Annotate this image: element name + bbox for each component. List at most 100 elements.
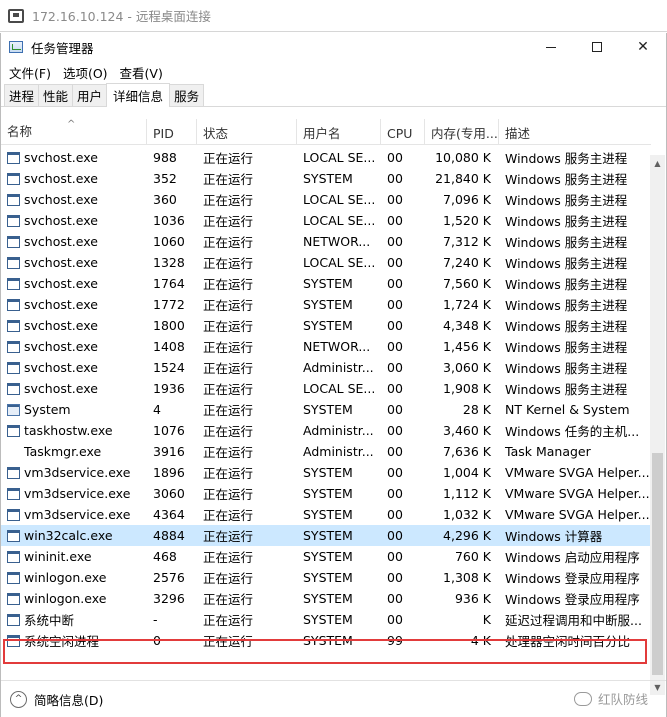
cell-status: 正在运行 xyxy=(203,151,254,166)
close-button[interactable]: ✕ xyxy=(620,33,666,61)
maximize-button[interactable] xyxy=(574,33,620,61)
menu-options[interactable]: 选项(O) xyxy=(59,63,116,82)
cell-name: Taskmgr.exe xyxy=(1,444,147,459)
cell-status: 正在运行 xyxy=(203,340,254,355)
process-name: wininit.exe xyxy=(24,549,92,564)
cell-cpu: 00 xyxy=(387,255,403,270)
menu-view[interactable]: 查看(V) xyxy=(116,63,171,82)
scrollbar-thumb[interactable] xyxy=(652,453,663,675)
cell-memory: 7,096 K xyxy=(443,192,491,207)
table-row[interactable]: svchost.exe 1764 正在运行 SYSTEM 00 7,560 K Window… xyxy=(1,273,651,294)
column-header-cpu[interactable]: CPU xyxy=(381,119,425,145)
column-header-name[interactable]: ^ 名称 xyxy=(1,119,147,145)
tab-users[interactable]: 用户 xyxy=(72,84,108,106)
cell-description: Windows 登录应用程序 xyxy=(505,592,640,607)
cell-user: NETWOR... xyxy=(303,234,371,249)
chevron-up-icon[interactable]: ^ xyxy=(10,690,27,708)
cell-cpu: 00 xyxy=(387,381,403,396)
cell-memory: 760 K xyxy=(454,549,491,564)
cell-cpu: 00 xyxy=(387,213,403,228)
cell-status: 正在运行 xyxy=(203,172,254,187)
column-header-memory[interactable]: 内存(专用... xyxy=(425,119,499,145)
fewer-details-button[interactable]: 简略信息(D) xyxy=(34,690,103,709)
table-row[interactable]: svchost.exe 988 正在运行 LOCAL SE... 00 10,080 K W… xyxy=(1,147,651,168)
table-row[interactable]: svchost.exe 1408 正在运行 NETWOR... 00 1,456 K Win… xyxy=(1,336,651,357)
tab-performance[interactable]: 性能 xyxy=(38,84,74,106)
cell-name: svchost.exe xyxy=(1,171,147,186)
table-row[interactable]: vm3dservice.exe 3060 正在运行 SYSTEM 00 1,112 K VM… xyxy=(1,483,651,504)
table-row[interactable]: vm3dservice.exe 4364 正在运行 SYSTEM 00 1,032 K VM… xyxy=(1,504,651,525)
service-icon xyxy=(7,214,20,227)
menu-bar: 文件(F) 选项(O) 查看(V) xyxy=(1,61,666,83)
table-row[interactable]: svchost.exe 1036 正在运行 LOCAL SE... 00 1,520 K W… xyxy=(1,210,651,231)
tab-processes[interactable]: 进程 xyxy=(4,84,40,106)
window-titlebar[interactable]: 任务管理器 ✕ xyxy=(1,33,666,61)
table-row[interactable]: winlogon.exe 3296 正在运行 SYSTEM 00 936 K Windows… xyxy=(1,588,651,609)
table-row[interactable]: svchost.exe 1060 正在运行 NETWOR... 00 7,312 K Win… xyxy=(1,231,651,252)
service-icon xyxy=(7,193,20,206)
table-row[interactable]: svchost.exe 352 正在运行 SYSTEM 00 21,840 K Window… xyxy=(1,168,651,189)
table-row[interactable]: svchost.exe 360 正在运行 LOCAL SE... 00 7,096 K Wi… xyxy=(1,189,651,210)
column-header-status[interactable]: 状态 xyxy=(197,119,297,145)
table-row[interactable]: vm3dservice.exe 1896 正在运行 SYSTEM 00 1,004 K VM… xyxy=(1,462,651,483)
column-header-description[interactable]: 描述 xyxy=(499,119,651,145)
app-icon xyxy=(7,508,20,521)
cell-memory: 21,840 K xyxy=(435,171,491,186)
table-row[interactable]: svchost.exe 1328 正在运行 LOCAL SE... 00 7,240 K W… xyxy=(1,252,651,273)
cell-cpu: 00 xyxy=(387,465,403,480)
cell-user: SYSTEM xyxy=(303,171,353,186)
cell-name: vm3dservice.exe xyxy=(1,465,147,480)
tab-details[interactable]: 详细信息 xyxy=(106,83,171,107)
cell-memory: 3,460 K xyxy=(443,423,491,438)
table-row[interactable]: win32calc.exe 4884 正在运行 SYSTEM 00 4,296 K Wind… xyxy=(1,525,651,546)
cell-status: 正在运行 xyxy=(203,424,254,439)
cell-cpu: 00 xyxy=(387,402,403,417)
process-name: vm3dservice.exe xyxy=(24,486,131,501)
process-name: taskhostw.exe xyxy=(24,423,113,438)
cell-user: Administr... xyxy=(303,360,374,375)
cell-user: SYSTEM xyxy=(303,528,353,543)
cell-description: Windows 服务主进程 xyxy=(505,298,628,313)
table-row[interactable]: svchost.exe 1800 正在运行 SYSTEM 00 4,348 K Window… xyxy=(1,315,651,336)
cell-name: svchost.exe xyxy=(1,234,147,249)
cell-memory: 936 K xyxy=(454,591,491,606)
table-row[interactable]: svchost.exe 1936 正在运行 LOCAL SE... 00 1,908 K W… xyxy=(1,378,651,399)
cell-description: Windows 服务主进程 xyxy=(505,382,628,397)
cell-name: svchost.exe xyxy=(1,318,147,333)
cell-description: Task Manager xyxy=(505,444,591,459)
cell-user: LOCAL SE... xyxy=(303,192,376,207)
table-row[interactable]: System 4 正在运行 SYSTEM 00 28 K NT Kernel & Syste… xyxy=(1,399,651,420)
maximize-icon xyxy=(592,42,602,52)
column-header-pid[interactable]: PID xyxy=(147,119,197,145)
table-row[interactable]: 系统中断 - 正在运行 SYSTEM 00 K 延迟过程调用和中断服... xyxy=(1,609,651,630)
cell-memory: 1,724 K xyxy=(443,297,491,312)
cell-user: SYSTEM xyxy=(303,318,353,333)
column-header-user[interactable]: 用户名 xyxy=(297,119,381,145)
table-row[interactable]: wininit.exe 468 正在运行 SYSTEM 00 760 K Windows 启… xyxy=(1,546,651,567)
table-row[interactable]: Taskmgr.exe 3916 正在运行 Administr... 00 7,636 K… xyxy=(1,441,651,462)
cell-user: SYSTEM xyxy=(303,549,353,564)
menu-file[interactable]: 文件(F) xyxy=(5,63,59,82)
scroll-up-arrow-icon[interactable]: ▲ xyxy=(650,155,665,171)
cell-user: LOCAL SE... xyxy=(303,381,376,396)
vertical-scrollbar[interactable]: ▲ ▼ xyxy=(650,155,665,695)
cell-status: 正在运行 xyxy=(203,508,254,523)
calculator-icon xyxy=(7,529,20,542)
cell-description: VMware SVGA Helper... xyxy=(505,486,650,501)
cell-cpu: 00 xyxy=(387,234,403,249)
cell-user: Administr... xyxy=(303,444,374,459)
process-list: svchost.exe 988 正在运行 LOCAL SE... 00 10,080 K W… xyxy=(1,147,651,651)
footer-bar: ^ 简略信息(D) 红队防线 xyxy=(1,680,666,717)
table-row[interactable]: taskhostw.exe 1076 正在运行 Administr... 00 3,460… xyxy=(1,420,651,441)
cell-status: 正在运行 xyxy=(203,214,254,229)
process-name: System xyxy=(24,402,71,417)
table-row[interactable]: svchost.exe 1524 正在运行 Administr... 00 3,060 K… xyxy=(1,357,651,378)
table-row[interactable]: winlogon.exe 2576 正在运行 SYSTEM 00 1,308 K Windo… xyxy=(1,567,651,588)
cell-cpu: 00 xyxy=(387,360,403,375)
minimize-button[interactable] xyxy=(528,33,574,61)
table-row[interactable]: svchost.exe 1772 正在运行 SYSTEM 00 1,724 K Window… xyxy=(1,294,651,315)
process-name: 系统中断 xyxy=(24,613,75,628)
tab-services[interactable]: 服务 xyxy=(169,84,205,106)
service-icon xyxy=(7,319,20,332)
table-row[interactable]: 系统空闲进程 0 正在运行 SYSTEM 99 4 K 处理器空闲时间百分比 xyxy=(1,630,651,651)
